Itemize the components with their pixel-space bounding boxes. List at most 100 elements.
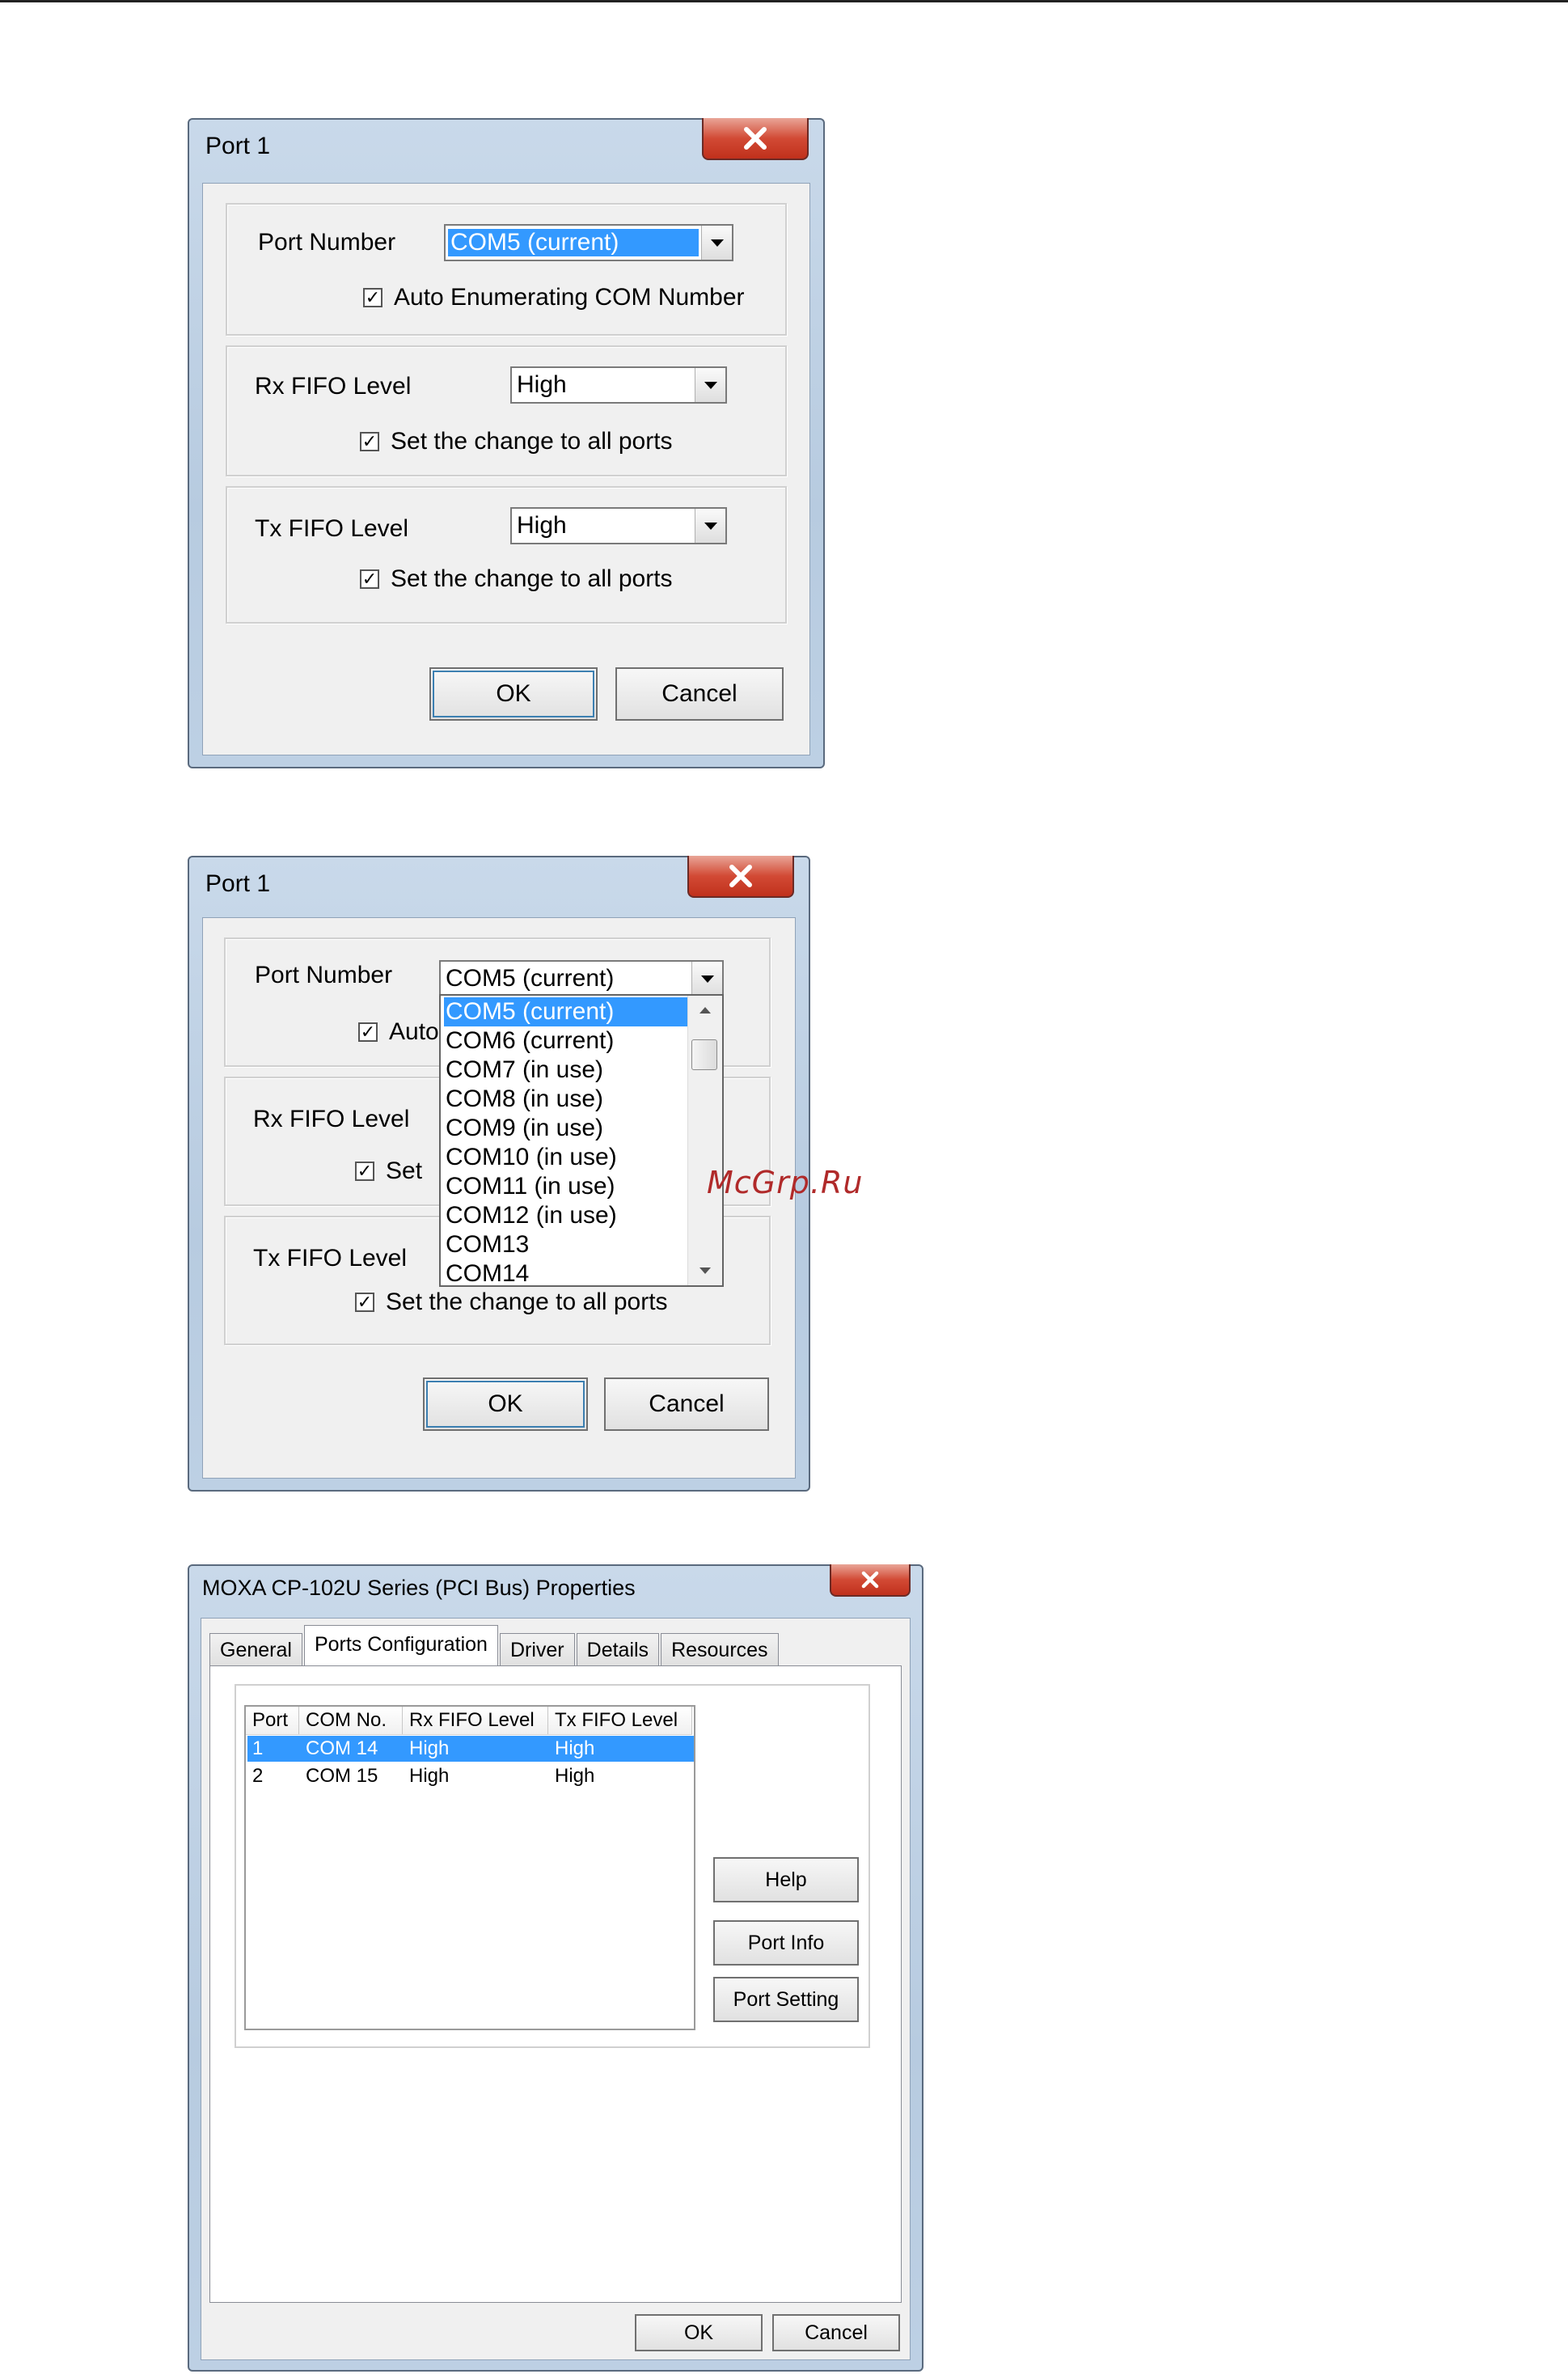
dropdown-option[interactable]: COM8 (in use) [444,1085,603,1114]
cell-port: 1 [252,1737,264,1759]
port-number-select[interactable]: COM5 (current) [439,960,724,997]
tx-fifo-label: Tx FIFO Level [255,515,409,542]
cell-com-no: COM 14 [306,1737,378,1759]
tab-details[interactable]: Details [576,1633,660,1665]
tx-fifo-select[interactable]: High [510,507,727,544]
tx-set-all-checkbox[interactable]: ✓ Set the change to all ports [355,1289,668,1316]
dropdown-option[interactable]: COM12 (in use) [444,1201,617,1230]
rx-fifo-label: Rx FIFO Level [255,373,412,400]
cell-rx-fifo: High [409,1765,450,1787]
port-number-label: Port Number [255,962,393,988]
chevron-down-icon[interactable] [691,962,722,996]
scroll-down-icon[interactable] [688,1256,722,1285]
port-info-button[interactable]: Port Info [713,1920,859,1966]
table-row[interactable]: 2 COM 15 High High [247,1763,694,1789]
cancel-button[interactable]: Cancel [615,667,784,721]
dropdown-option[interactable]: COM9 (in use) [444,1114,603,1143]
ok-button[interactable]: OK [635,2314,763,2351]
column-header-tx-fifo[interactable]: Tx FIFO Level [548,1707,692,1734]
tx-set-all-label: Set the change to all ports [386,1289,668,1315]
dropdown-option[interactable]: COM14 [444,1259,529,1285]
watermark: McGrp.Ru [707,1165,864,1200]
close-icon [861,1571,879,1589]
dialog-title: Port 1 [205,870,271,897]
scroll-thumb[interactable] [691,1039,717,1070]
port-number-group [226,203,787,336]
dropdown-option[interactable]: COM13 [444,1230,529,1259]
rx-set-all-label: Set [386,1157,423,1184]
dialog-title: Port 1 [205,133,271,159]
close-icon [729,865,752,887]
rx-fifo-label: Rx FIFO Level [253,1106,410,1132]
properties-dialog: MOXA CP-102U Series (PCI Bus) Properties… [188,1564,923,2372]
tab-driver[interactable]: Driver [499,1633,575,1665]
page-top-rule [0,0,1568,2]
port-number-value: COM5 (current) [448,229,699,256]
ports-list-header: Port COM No. Rx FIFO Level Tx FIFO Level [246,1707,692,1735]
dropdown-option[interactable]: COM6 (current) [444,1026,614,1056]
cell-rx-fifo: High [409,1737,450,1759]
port-number-select[interactable]: COM5 (current) [444,224,733,261]
cell-com-no: COM 15 [306,1765,378,1787]
column-header-rx-fifo[interactable]: Rx FIFO Level [403,1707,548,1734]
ok-button[interactable]: OK [423,1377,588,1431]
checkbox-checked-icon: ✓ [360,432,379,451]
auto-enum-label: Auto Enumerating COM Number [394,284,745,311]
port-number-value: COM5 (current) [446,965,615,992]
rx-fifo-group [226,345,787,476]
dialog-body: Port Number COM5 (current) ✓ Auto Enumer… [202,183,810,755]
dropdown-option[interactable]: COM7 (in use) [444,1056,603,1085]
dropdown-option[interactable]: COM10 (in use) [444,1143,617,1172]
table-row[interactable]: 1 COM 14 High High [247,1736,694,1762]
help-button[interactable]: Help [713,1857,859,1902]
tx-set-all-checkbox[interactable]: ✓ Set the change to all ports [360,565,673,593]
auto-enum-label: Auto [389,1018,439,1045]
port-number-dropdown-list[interactable]: COM5 (current) COM6 (current) COM7 (in u… [439,994,724,1287]
cancel-button[interactable]: Cancel [772,2314,900,2351]
auto-enum-checkbox[interactable]: ✓ Auto [358,1018,439,1046]
ok-button[interactable]: OK [429,667,598,721]
close-button[interactable] [830,1564,911,1597]
tx-set-all-label: Set the change to all ports [391,565,673,592]
cancel-button[interactable]: Cancel [604,1377,769,1431]
tab-strip: General Ports Configuration Driver Detai… [209,1625,780,1665]
ports-list[interactable]: Port COM No. Rx FIFO Level Tx FIFO Level… [244,1705,695,2030]
column-header-port[interactable]: Port [246,1707,299,1734]
close-button[interactable] [702,118,809,160]
scroll-up-icon[interactable] [688,996,722,1025]
dropdown-scrollbar[interactable] [687,996,722,1285]
tx-fifo-label: Tx FIFO Level [253,1245,408,1272]
cell-port: 2 [252,1765,264,1787]
dialog-title: MOXA CP-102U Series (PCI Bus) Properties [202,1576,636,1600]
rx-set-all-checkbox[interactable]: ✓ Set [355,1157,422,1185]
checkbox-checked-icon: ✓ [363,288,382,307]
checkbox-checked-icon: ✓ [358,1022,378,1042]
tab-general[interactable]: General [209,1633,302,1665]
tab-resources[interactable]: Resources [661,1633,779,1665]
tab-ports-configuration[interactable]: Ports Configuration [303,1625,498,1665]
dropdown-option[interactable]: COM5 (current) [444,997,688,1026]
chevron-down-icon[interactable] [695,509,725,543]
rx-set-all-label: Set the change to all ports [391,428,673,455]
chevron-down-icon[interactable] [695,368,725,402]
rx-fifo-select[interactable]: High [510,366,727,404]
port-setting-button[interactable]: Port Setting [713,1977,859,2022]
rx-fifo-value: High [517,371,567,398]
close-button[interactable] [687,856,794,898]
checkbox-checked-icon: ✓ [355,1293,374,1312]
port-number-label: Port Number [258,229,396,256]
dropdown-option[interactable]: COM11 (in use) [444,1172,615,1201]
cell-tx-fifo: High [555,1737,595,1759]
tx-fifo-value: High [517,512,567,539]
chevron-down-icon[interactable] [701,226,732,260]
checkbox-checked-icon: ✓ [355,1162,374,1181]
tab-panel: Port COM No. Rx FIFO Level Tx FIFO Level… [209,1665,902,2303]
port1-dialog: Port 1 Port Number COM5 (current) ✓ Auto… [188,118,825,768]
column-header-com-no[interactable]: COM No. [299,1707,403,1734]
close-icon [744,127,767,150]
checkbox-checked-icon: ✓ [360,569,379,589]
dialog-body: General Ports Configuration Driver Detai… [201,1618,911,2360]
rx-set-all-checkbox[interactable]: ✓ Set the change to all ports [360,428,673,455]
cell-tx-fifo: High [555,1765,595,1787]
auto-enum-checkbox[interactable]: ✓ Auto Enumerating COM Number [363,284,745,311]
